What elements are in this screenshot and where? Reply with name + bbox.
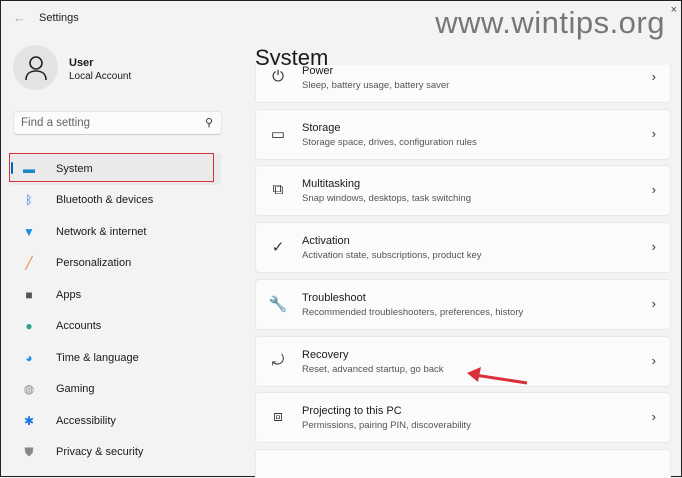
- gamepad-icon: ◍: [23, 382, 35, 397]
- card-subtitle: Storage space, drives, configuration rul…: [302, 136, 477, 148]
- chevron-right-icon: ›: [651, 125, 656, 141]
- activation-icon: ✓: [271, 239, 285, 257]
- close-button[interactable]: ×: [671, 4, 677, 16]
- card-subtitle: Sleep, battery usage, battery saver: [302, 80, 450, 91]
- card-title: Recovery: [302, 348, 349, 361]
- brush-icon: ╱: [25, 256, 33, 271]
- apps-icon: ■: [25, 287, 33, 302]
- sidebar-item-accessibility[interactable]: ✱ Accessibility: [9, 405, 221, 437]
- sidebar-item-privacy-security[interactable]: ⛊ Privacy & security: [9, 437, 221, 469]
- sidebar-item-label: Accessibility: [56, 414, 116, 427]
- storage-icon: ▭: [270, 125, 286, 143]
- person-icon: ●: [25, 319, 33, 334]
- projecting-icon: ⧈: [273, 408, 283, 426]
- settings-card-multitasking[interactable]: ⧉ Multitasking Snap windows, desktops, tas…: [255, 165, 671, 217]
- chevron-right-icon: ›: [651, 409, 656, 425]
- sidebar-item-label: Privacy & security: [56, 446, 144, 459]
- avatar[interactable]: [13, 45, 58, 90]
- person-icon: [24, 55, 47, 80]
- multitasking-icon: ⧉: [272, 181, 284, 199]
- sidebar-item-label: Network & internet: [56, 225, 147, 238]
- settings-card-storage[interactable]: ▭ Storage Storage space, drives, configura…: [255, 108, 671, 160]
- sidebar-item-network-internet[interactable]: ▼ Network & internet: [9, 216, 221, 248]
- back-arrow-icon[interactable]: ←: [13, 10, 26, 25]
- search-input[interactable]: Find a setting ⚲: [13, 111, 222, 135]
- card-subtitle: Recommended troubleshooters, preferences…: [302, 306, 524, 318]
- recovery-icon: ⤾: [271, 351, 285, 369]
- chevron-right-icon: ›: [651, 295, 656, 311]
- sidebar-item-label: Time & language: [56, 351, 139, 364]
- sidebar-item-gaming[interactable]: ◍ Gaming: [9, 374, 221, 406]
- app-title: Settings: [39, 12, 79, 24]
- search-icon: ⚲: [204, 117, 213, 129]
- card-title: Storage: [302, 121, 341, 134]
- sidebar-item-label: Bluetooth & devices: [56, 194, 154, 207]
- sidebar-item-bluetooth-devices[interactable]: ᛒ Bluetooth & devices: [9, 185, 221, 217]
- title-bar: ← Settings www.wintips.org ×: [1, 1, 681, 40]
- settings-card-projecting-to-this-pc[interactable]: ⧈ Projecting to this PC Permissions, pairi…: [255, 392, 671, 444]
- settings-list: ⏻ Power Sleep, battery usage, battery save…: [255, 65, 671, 478]
- settings-card-power[interactable]: ⏻ Power Sleep, battery usage, battery save…: [255, 65, 671, 103]
- sidebar-item-accounts[interactable]: ● Accounts: [9, 311, 221, 343]
- card-title: Power: [302, 65, 334, 77]
- card-subtitle: Activation state, subscriptions, product…: [302, 250, 482, 262]
- chevron-right-icon: ›: [651, 239, 656, 255]
- sidebar-item-label: Accounts: [56, 320, 102, 333]
- shield-icon: ⛊: [24, 444, 34, 459]
- card-title: Multitasking: [302, 178, 361, 191]
- settings-card-more[interactable]: [255, 448, 671, 478]
- card-title: Projecting to this PC: [302, 405, 402, 418]
- troubleshoot-icon: 🔧: [268, 295, 288, 313]
- chevron-right-icon: ›: [651, 69, 656, 84]
- card-title: Troubleshoot: [302, 291, 366, 304]
- card-subtitle: Permissions, pairing PIN, discoverabilit…: [302, 420, 471, 432]
- chevron-right-icon: ›: [651, 182, 656, 198]
- card-title: Activation: [302, 235, 350, 248]
- user-name: User: [69, 57, 94, 69]
- settings-card-activation[interactable]: ✓ Activation Activation state, subscriptio…: [255, 222, 671, 274]
- highlight-box: [9, 153, 214, 182]
- power-icon: ⏻: [272, 68, 284, 85]
- red-arrow-annotation: [467, 367, 528, 385]
- sidebar-item-label: Personalization: [56, 257, 132, 270]
- chevron-right-icon: ›: [651, 352, 656, 368]
- sidebar-item-label: Apps: [56, 288, 82, 301]
- globe-clock-icon: ◕: [25, 350, 33, 365]
- sidebar-item-time-language[interactable]: ◕ Time & language: [9, 342, 221, 374]
- accessibility-icon: ✱: [23, 413, 35, 428]
- user-account-type: Local Account: [69, 71, 132, 82]
- sidebar-item-label: Gaming: [56, 383, 95, 396]
- card-subtitle: Reset, advanced startup, go back: [302, 363, 444, 375]
- sidebar-item-apps[interactable]: ■ Apps: [9, 279, 221, 311]
- wifi-icon: ▼: [23, 224, 35, 239]
- search-placeholder: Find a setting: [21, 117, 91, 129]
- sidebar-nav: ▬ System ᛒ Bluetooth & devices ▼ Network & in…: [9, 153, 221, 468]
- card-subtitle: Snap windows, desktops, task switching: [302, 193, 471, 205]
- settings-card-troubleshoot[interactable]: 🔧 Troubleshoot Recommended troubleshooters…: [255, 278, 671, 330]
- sidebar-item-personalization[interactable]: ╱ Personalization: [9, 248, 221, 280]
- watermark: www.wintips.org: [435, 5, 665, 40]
- bluetooth-icon: ᛒ: [25, 193, 33, 208]
